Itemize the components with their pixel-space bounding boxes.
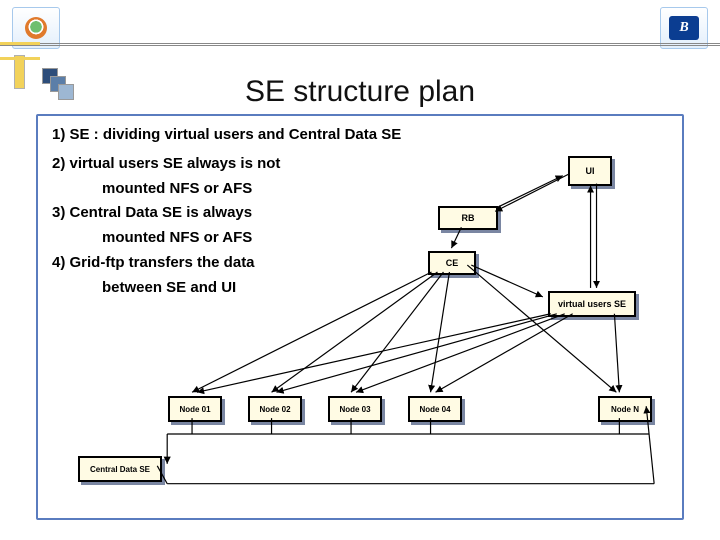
- leaf-icon: [25, 17, 47, 39]
- bullet-3-line-1: 3) Central Data SE is always: [52, 204, 452, 223]
- diagram-box-node-03: Node 03: [328, 396, 382, 422]
- bullet-list: 1) SE : dividing virtual users and Centr…: [52, 126, 452, 303]
- divider: [0, 45, 720, 46]
- diagram-box-node-04: Node 04: [408, 396, 462, 422]
- divider: [0, 43, 720, 44]
- bullet-4-line-1: 4) Grid-ftp transfers the data: [52, 254, 452, 273]
- slide-title: SE structure plan: [0, 75, 720, 109]
- b-logo-icon: B: [669, 16, 699, 40]
- diagram-box-virtual-users-se: virtual users SE: [548, 291, 636, 317]
- diagram-box-ui: UI: [568, 156, 612, 186]
- diagram-box-rb: RB: [438, 206, 498, 230]
- diagram-box-node-02: Node 02: [248, 396, 302, 422]
- bullet-2-line-1: 2) virtual users SE always is not: [52, 155, 452, 174]
- diagram-box-central-data-se: Central Data SE: [78, 456, 162, 482]
- slide: B SE structure plan 1) SE : dividing vir…: [0, 0, 720, 540]
- accent-left-stripes: [0, 42, 40, 60]
- bullet-4-line-2: between SE and UI: [52, 279, 452, 298]
- diagram-box-ce: CE: [428, 251, 476, 275]
- bullet-1: 1) SE : dividing virtual users and Centr…: [52, 126, 452, 145]
- bullet-3-line-2: mounted NFS or AFS: [52, 229, 452, 248]
- diagram-box-node-n: Node N: [598, 396, 652, 422]
- bullet-2-line-2: mounted NFS or AFS: [52, 180, 452, 199]
- content-frame: 1) SE : dividing virtual users and Centr…: [36, 114, 684, 520]
- diagram-box-node-01: Node 01: [168, 396, 222, 422]
